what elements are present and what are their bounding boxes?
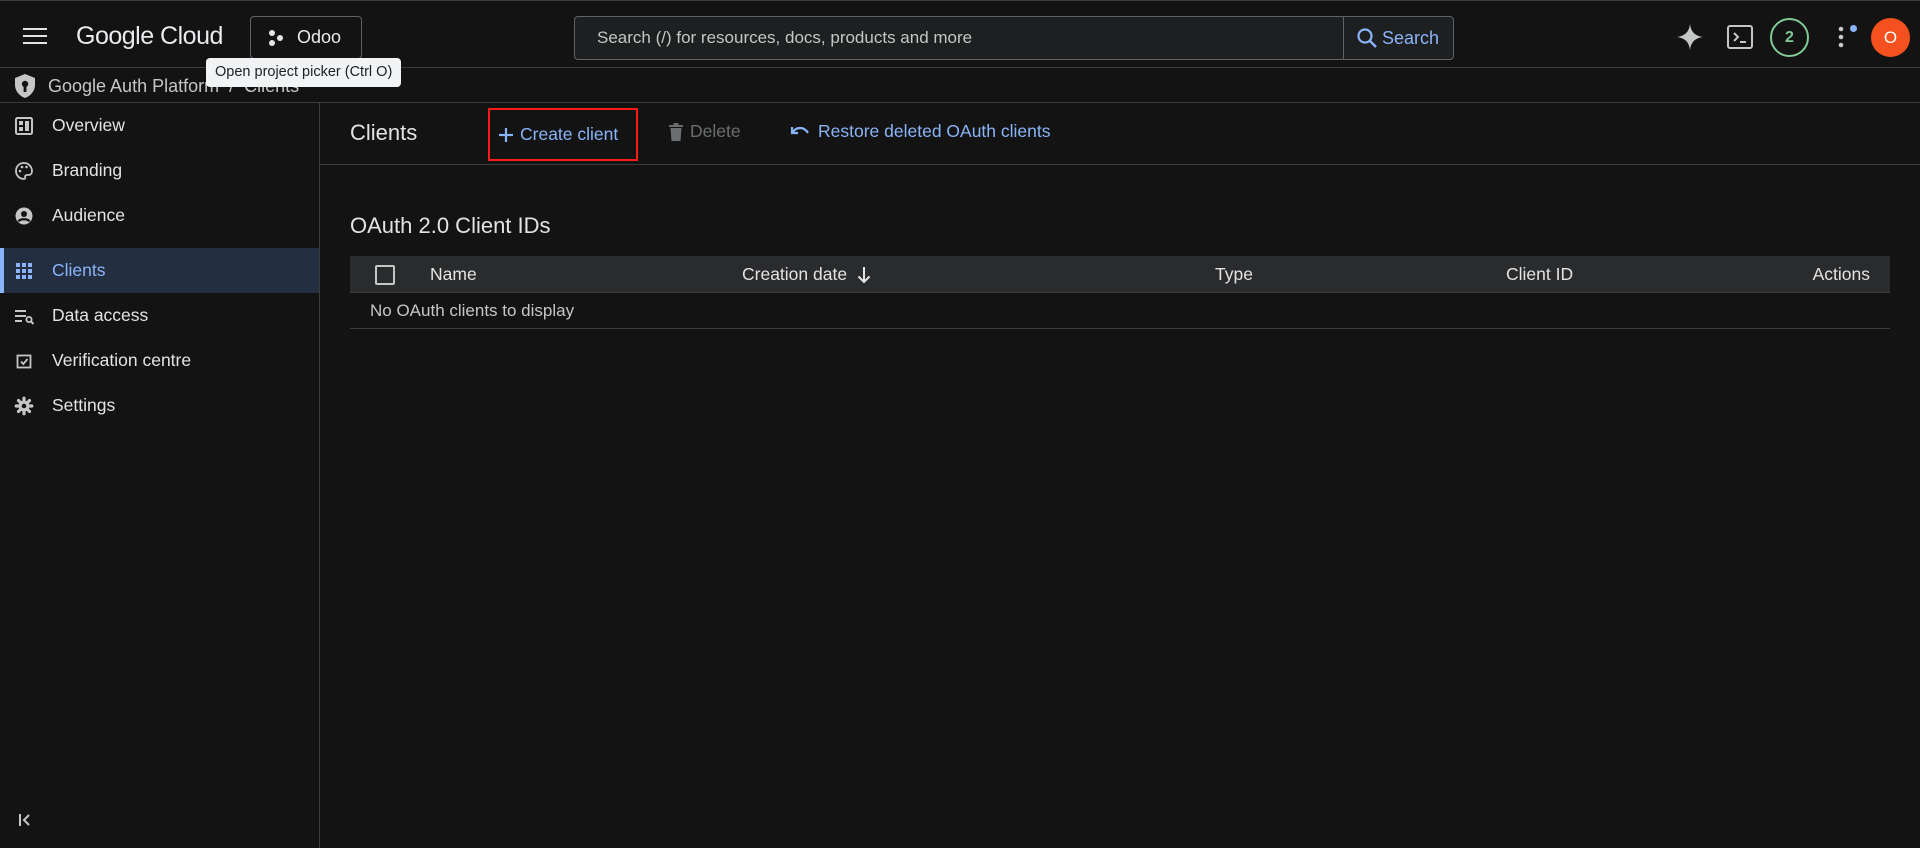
verified-checkbox-icon: [16, 354, 32, 369]
dashboard-icon: [15, 117, 33, 135]
trash-icon: [669, 122, 683, 141]
select-all-checkbox[interactable]: [375, 265, 395, 285]
plus-icon: [499, 127, 513, 142]
sidebar-item-label: Overview: [52, 115, 125, 135]
project-picker-button[interactable]: Odoo: [250, 16, 362, 59]
column-header-name[interactable]: Name: [430, 264, 477, 285]
search-button[interactable]: Search: [1343, 17, 1453, 59]
apps-grid-icon: [16, 263, 32, 279]
project-name: Odoo: [297, 27, 342, 47]
search-icon: [1357, 28, 1377, 48]
create-client-button[interactable]: Create client: [488, 108, 638, 161]
sidebar-item-branding[interactable]: Branding: [0, 148, 319, 193]
restore-deleted-clients-button[interactable]: Restore deleted OAuth clients: [790, 121, 1051, 142]
gear-icon: [14, 396, 34, 416]
sidebar-item-settings[interactable]: Settings: [0, 383, 319, 428]
search-button-label: Search: [1382, 27, 1440, 48]
sidebar-item-audience[interactable]: Audience: [0, 193, 319, 238]
table-empty-row: No OAuth clients to display: [350, 293, 1890, 329]
clients-table: Name Creation date Type Client ID Action…: [350, 256, 1890, 329]
gemini-button[interactable]: [1672, 19, 1708, 55]
undo-icon: [790, 126, 809, 134]
notifications-badge[interactable]: 2: [1770, 18, 1809, 57]
column-header-creation-date[interactable]: Creation date: [742, 264, 871, 285]
sidebar-item-overview[interactable]: Overview: [0, 103, 319, 148]
sidebar-item-label: Audience: [52, 205, 125, 225]
account-avatar[interactable]: O: [1871, 18, 1910, 57]
search-box: Search: [574, 16, 1454, 60]
page-title: Clients: [350, 120, 418, 145]
action-bar: Clients Create client Delete Restore del…: [320, 103, 1920, 165]
breadcrumb-product[interactable]: Google Auth Platform: [48, 76, 219, 97]
collapse-left-icon: [19, 814, 30, 826]
search-input[interactable]: [575, 17, 1343, 59]
sidebar: Overview Branding Audience Clients Data …: [0, 103, 320, 848]
sparkle-icon: [1677, 24, 1703, 50]
collapse-sidebar-button[interactable]: [14, 808, 38, 832]
sidebar-item-verification-centre[interactable]: Verification centre: [0, 338, 319, 383]
hamburger-menu-icon: [23, 28, 47, 44]
sidebar-item-label: Clients: [52, 260, 106, 280]
shield-keyhole-icon: [15, 74, 35, 98]
main-menu-button[interactable]: [18, 21, 52, 51]
create-client-label: Create client: [520, 124, 619, 144]
cloud-shell-button[interactable]: [1722, 19, 1758, 55]
data-list-icon: [15, 310, 34, 325]
column-header-label: Creation date: [742, 264, 848, 284]
column-header-client-id[interactable]: Client ID: [1506, 264, 1573, 285]
main-content: Clients Create client Delete Restore del…: [320, 103, 1920, 848]
google-cloud-logo[interactable]: Google Cloud: [76, 22, 223, 51]
terminal-icon: [1727, 25, 1753, 49]
sidebar-item-label: Verification centre: [52, 350, 192, 370]
project-hub-icon: [269, 29, 283, 46]
more-vert-icon: [1838, 26, 1844, 48]
sidebar-item-label: Data access: [52, 305, 149, 325]
empty-message: No OAuth clients to display: [370, 301, 575, 320]
delete-button[interactable]: Delete: [668, 121, 741, 142]
update-dot-indicator: [1850, 25, 1857, 32]
sidebar-item-clients[interactable]: Clients: [0, 248, 319, 293]
column-header-actions: Actions: [1812, 264, 1870, 284]
project-picker-tooltip: Open project picker (Ctrl O): [206, 58, 402, 87]
palette-icon: [15, 162, 33, 180]
column-header-type[interactable]: Type: [1215, 264, 1253, 285]
sidebar-item-label: Settings: [52, 395, 116, 415]
sidebar-item-data-access[interactable]: Data access: [0, 293, 319, 338]
section-title: OAuth 2.0 Client IDs: [350, 213, 551, 238]
restore-label: Restore deleted OAuth clients: [818, 121, 1051, 141]
sidebar-item-label: Branding: [52, 160, 123, 180]
table-header-row: Name Creation date Type Client ID Action…: [350, 256, 1890, 293]
account-circle-icon: [15, 207, 33, 225]
arrow-down-sort-icon: [857, 266, 871, 283]
delete-label: Delete: [690, 121, 741, 141]
